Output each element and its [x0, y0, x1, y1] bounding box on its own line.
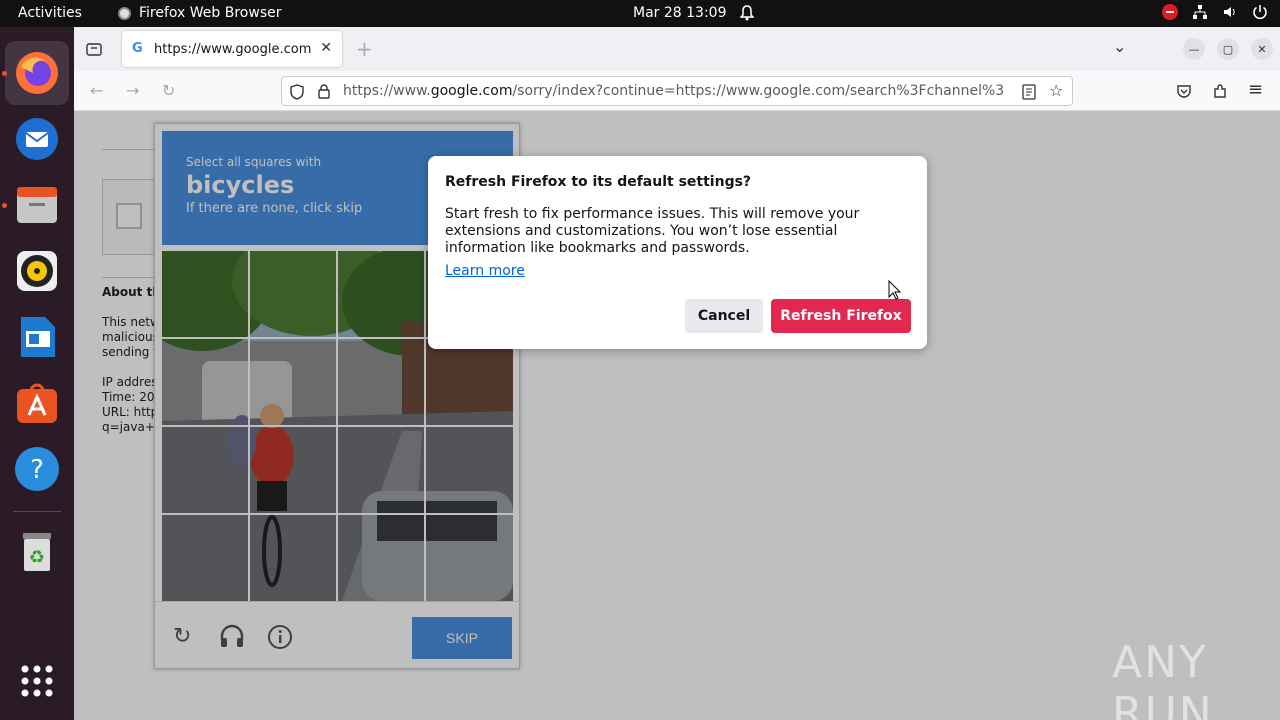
dock-files[interactable]	[5, 173, 69, 237]
firefox-icon	[16, 52, 58, 94]
running-indicator	[2, 203, 7, 208]
activities-button[interactable]: Activities	[18, 5, 82, 21]
forward-icon[interactable]: →	[126, 81, 139, 100]
extensions-icon[interactable]	[1212, 83, 1228, 99]
app-name: Firefox Web Browser	[139, 5, 282, 21]
apps-grid-icon	[21, 665, 53, 697]
nav-toolbar: ← → ↻ https://www.google.com/sorry/index…	[74, 71, 1280, 111]
dock-rhythmbox[interactable]	[5, 239, 69, 303]
dock-trash[interactable]: ♻	[5, 519, 69, 583]
app-menu[interactable]: Firefox Web Browser	[118, 5, 282, 21]
dock: ? ♻	[0, 27, 74, 720]
shield-icon[interactable]	[290, 84, 304, 100]
writer-icon	[21, 317, 55, 357]
url-text: https://www.google.com/sorry/index?conti…	[343, 83, 1005, 99]
running-indicator	[2, 71, 7, 76]
new-tab-icon[interactable]: +	[356, 37, 373, 61]
tab-list-icon[interactable]	[86, 41, 102, 57]
pocket-icon[interactable]	[1176, 83, 1192, 99]
tab-strip: G https://www.google.com ✕ + ⌄ — ▢ ✕	[74, 27, 1280, 71]
dock-help[interactable]: ?	[5, 437, 69, 501]
learn-more-link[interactable]: Learn more	[445, 263, 525, 279]
back-icon[interactable]: ←	[90, 81, 103, 100]
mouse-cursor-icon	[888, 280, 902, 300]
dialog-body: Start fresh to fix performance issues. T…	[445, 206, 860, 256]
firefox-window: G https://www.google.com ✕ + ⌄ — ▢ ✕ ← →…	[74, 27, 1280, 720]
blocked-icon	[1162, 4, 1178, 20]
firefox-small-icon	[118, 6, 131, 20]
svg-text:♻: ♻	[29, 547, 45, 568]
lock-icon[interactable]	[318, 83, 330, 99]
google-favicon: G	[132, 41, 143, 56]
dock-show-apps[interactable]	[5, 649, 69, 713]
app-center-icon	[17, 383, 57, 423]
help-icon: ?	[15, 447, 59, 491]
trash-icon: ♻	[23, 533, 51, 571]
refresh-firefox-dialog: Refresh Firefox to its default settings?…	[428, 156, 927, 349]
bell-icon[interactable]	[740, 5, 754, 21]
svg-text:?: ?	[30, 455, 44, 485]
refresh-firefox-button[interactable]: Refresh Firefox	[771, 299, 911, 333]
system-tray[interactable]	[1162, 4, 1268, 20]
dock-writer[interactable]	[5, 305, 69, 369]
bookmark-star-icon[interactable]: ☆	[1049, 81, 1063, 100]
rhythmbox-icon	[17, 251, 57, 291]
thunderbird-icon	[16, 118, 58, 160]
reload-icon[interactable]: ↻	[162, 81, 175, 100]
reader-view-icon[interactable]	[1022, 84, 1036, 100]
anyrun-watermark: ANY RUN	[1112, 637, 1214, 720]
dialog-title: Refresh Firefox to its default settings?	[445, 174, 752, 190]
tab-title: https://www.google.com	[154, 41, 312, 57]
dock-firefox[interactable]	[5, 41, 69, 105]
close-tab-icon[interactable]: ✕	[320, 40, 332, 56]
menu-icon[interactable]: ≡	[1248, 79, 1263, 100]
dock-app-center[interactable]	[5, 371, 69, 435]
dock-separator	[13, 511, 61, 512]
clock[interactable]: Mar 28 13:09	[633, 5, 726, 21]
close-window-button[interactable]: ✕	[1251, 38, 1273, 60]
power-icon	[1253, 5, 1267, 20]
network-icon	[1193, 5, 1207, 19]
minimize-button[interactable]: —	[1183, 38, 1205, 60]
dock-thunderbird[interactable]	[5, 107, 69, 171]
tab-google[interactable]: G https://www.google.com ✕	[122, 31, 342, 67]
cancel-button[interactable]: Cancel	[685, 299, 763, 333]
maximize-button[interactable]: ▢	[1217, 38, 1239, 60]
volume-icon	[1224, 7, 1235, 17]
url-bar[interactable]: https://www.google.com/sorry/index?conti…	[281, 76, 1073, 106]
files-icon	[17, 187, 57, 223]
chevron-down-icon[interactable]: ⌄	[1113, 37, 1126, 56]
top-panel: Activities Firefox Web Browser Mar 28 13…	[0, 0, 1280, 27]
